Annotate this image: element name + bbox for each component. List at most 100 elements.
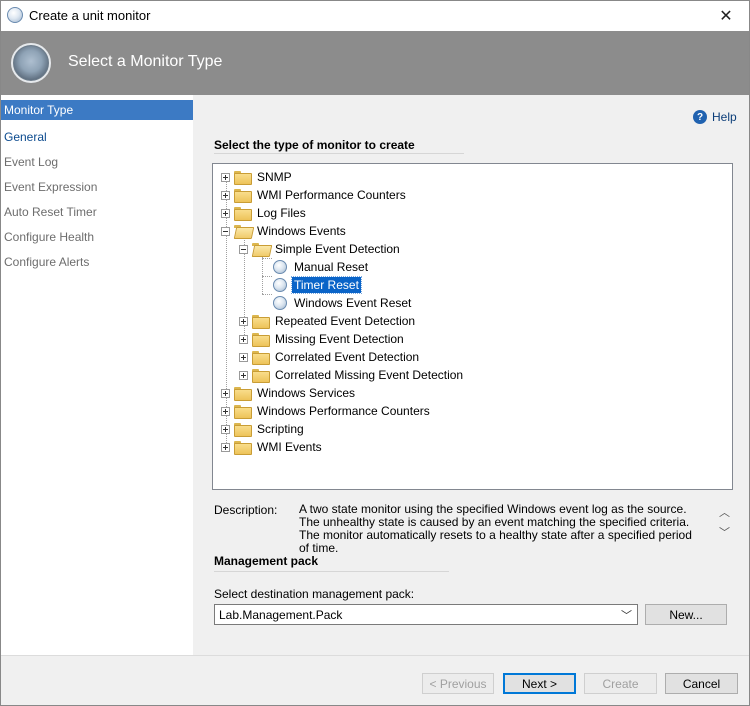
wizard-content: ? Help Select the type of monitor to cre… (193, 95, 749, 655)
management-pack-dropdown[interactable]: Lab.Management.Pack ﹀ (214, 604, 638, 625)
tree-node-windows-events[interactable]: Windows Events (221, 222, 348, 240)
description-text: A two state monitor using the specified … (299, 502, 692, 555)
tree-node-label: Correlated Event Detection (275, 350, 420, 364)
tree-connector-line (262, 258, 272, 259)
description-label: Description: (214, 503, 278, 517)
close-button[interactable]: ✕ (703, 1, 749, 31)
tree-node-wmi-events[interactable]: WMI Events (221, 438, 324, 456)
tree-node-manual-reset[interactable]: Manual Reset (273, 258, 370, 276)
tree-node-label: Correlated Missing Event Detection (275, 368, 464, 382)
expand-icon[interactable] (221, 208, 230, 218)
tree-node-wmi-performance-counters[interactable]: WMI Performance Counters (221, 186, 408, 204)
help-link[interactable]: ? Help (693, 110, 737, 124)
wizard-step-title: Select a Monitor Type (68, 53, 223, 70)
scroll-down-icon[interactable]: ﹀ (719, 524, 730, 540)
folder-icon (252, 315, 270, 329)
tree-node-scripting[interactable]: Scripting (221, 420, 306, 438)
nav-item-configure-alerts: Configure Alerts (4, 255, 90, 269)
tree-node-label: Windows Performance Counters (257, 404, 430, 418)
folder-icon (252, 351, 270, 365)
expand-icon[interactable] (239, 316, 248, 326)
expand-icon[interactable] (221, 190, 230, 200)
tree-node-label: Windows Events (257, 224, 346, 238)
expand-icon[interactable] (221, 424, 230, 434)
folder-icon (234, 171, 252, 185)
tree-node-simple-event-detection[interactable]: Simple Event Detection (239, 240, 402, 258)
management-pack-select-label: Select destination management pack: (214, 587, 415, 601)
nav-item-monitor-type[interactable]: Monitor Type (1, 100, 193, 120)
monitor-app-icon (7, 7, 23, 23)
collapse-icon[interactable] (239, 244, 248, 254)
footer-divider (1, 655, 749, 656)
tree-node-label: Repeated Event Detection (275, 314, 416, 328)
window-title: Create a unit monitor (29, 8, 151, 23)
folder-open-icon (252, 243, 268, 255)
wizard-step-nav: Monitor Type General Event Log Event Exp… (1, 95, 193, 655)
tree-node-snmp[interactable]: SNMP (221, 168, 294, 186)
tree-node-label-selected: Timer Reset (291, 276, 362, 294)
management-pack-selected-value: Lab.Management.Pack (219, 608, 343, 622)
dialog-window: Create a unit monitor ✕ Select a Monitor… (0, 0, 750, 706)
tree-node-label: Scripting (257, 422, 304, 436)
tree-node-windows-performance-counters[interactable]: Windows Performance Counters (221, 402, 432, 420)
scroll-up-icon[interactable]: ︿ (719, 504, 730, 520)
folder-icon (234, 207, 252, 221)
expand-icon[interactable] (221, 406, 230, 416)
create-button[interactable]: Create (584, 673, 657, 694)
monitor-type-tree[interactable]: SNMP WMI Performance Counters Log Files … (212, 163, 733, 490)
wizard-header-icon (11, 43, 51, 83)
expand-icon[interactable] (221, 388, 230, 398)
wizard-header: Select a Monitor Type (1, 31, 749, 95)
tree-node-repeated-event-detection[interactable]: Repeated Event Detection (239, 312, 417, 330)
folder-icon (252, 369, 270, 383)
folder-open-icon (234, 225, 250, 237)
folder-icon (234, 189, 252, 203)
nav-item-event-log: Event Log (4, 155, 59, 169)
folder-icon (234, 441, 252, 455)
help-icon: ? (693, 110, 707, 124)
management-pack-title: Management pack (214, 554, 319, 568)
tree-node-correlated-missing-event-detection[interactable]: Correlated Missing Event Detection (239, 366, 465, 384)
help-label: Help (712, 110, 737, 124)
folder-icon (234, 405, 252, 419)
title-bar: Create a unit monitor ✕ (1, 1, 749, 31)
tree-section-title: Select the type of monitor to create (214, 138, 415, 152)
tree-node-label: Windows Services (257, 386, 356, 400)
folder-icon (252, 333, 270, 347)
tree-node-label: Missing Event Detection (275, 332, 404, 346)
expand-icon[interactable] (239, 334, 248, 344)
previous-button[interactable]: < Previous (422, 673, 494, 694)
expand-icon[interactable] (239, 352, 248, 362)
expand-icon[interactable] (221, 172, 230, 182)
management-pack-divider (214, 571, 449, 572)
folder-icon (234, 387, 252, 401)
folder-icon (234, 423, 252, 437)
nav-item-general[interactable]: General (1, 125, 193, 150)
tree-node-label: WMI Events (257, 440, 322, 454)
nav-item-event-expression: Event Expression (4, 180, 98, 194)
nav-item-configure-health: Configure Health (4, 230, 95, 244)
tree-node-windows-services[interactable]: Windows Services (221, 384, 357, 402)
tree-node-timer-reset[interactable]: Timer Reset (273, 276, 362, 294)
next-button[interactable]: Next > (503, 673, 576, 694)
expand-icon[interactable] (239, 370, 248, 380)
monitor-icon (273, 278, 287, 292)
collapse-icon[interactable] (221, 226, 230, 236)
cancel-button[interactable]: Cancel (665, 673, 738, 694)
tree-node-label: WMI Performance Counters (257, 188, 406, 202)
chevron-down-icon: ﹀ (621, 610, 632, 622)
tree-node-correlated-event-detection[interactable]: Correlated Event Detection (239, 348, 421, 366)
new-management-pack-button[interactable]: New... (645, 604, 727, 625)
tree-connector-line (262, 294, 272, 295)
tree-connector-line (262, 276, 272, 277)
tree-node-label: Simple Event Detection (275, 242, 400, 256)
tree-node-label: Log Files (257, 206, 306, 220)
tree-node-windows-event-reset[interactable]: Windows Event Reset (273, 294, 413, 312)
tree-node-label: Windows Event Reset (294, 296, 412, 310)
tree-node-label: SNMP (257, 170, 292, 184)
expand-icon[interactable] (221, 442, 230, 452)
tree-node-log-files[interactable]: Log Files (221, 204, 308, 222)
tree-node-missing-event-detection[interactable]: Missing Event Detection (239, 330, 406, 348)
tree-section-divider (214, 153, 464, 154)
monitor-icon (273, 296, 287, 310)
